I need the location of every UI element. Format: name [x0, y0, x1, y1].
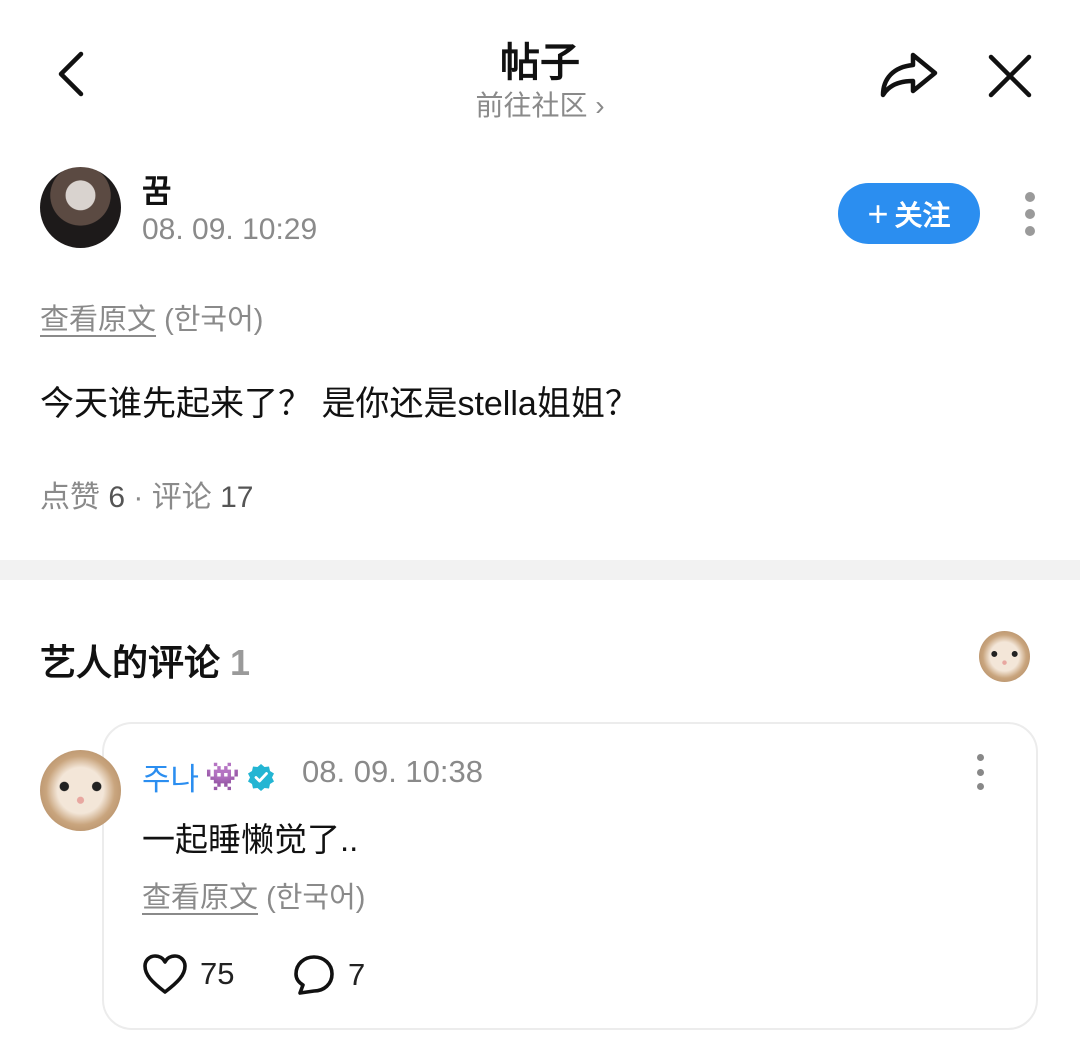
comment-author-avatar[interactable] — [40, 750, 121, 831]
comment-body: 一起睡懒觉了.. — [142, 821, 359, 858]
section-divider — [0, 560, 1080, 580]
post-body: 今天谁先起来了？ 是你还是stella姐姐？ — [40, 385, 639, 423]
top-bar: 帖子 前往社区 › — [0, 0, 1080, 150]
share-arrow-icon — [880, 52, 938, 98]
alien-emoji: 👾 — [205, 761, 240, 792]
comment-view-original-link[interactable]: 查看原文 — [142, 882, 258, 914]
follow-button[interactable]: + 关注 — [838, 183, 980, 244]
comment-translate-row: 查看原文 (한국어) — [142, 874, 365, 916]
plus-icon: + — [867, 192, 889, 234]
comments-label[interactable]: 评论 — [152, 481, 212, 514]
stats-separator: · — [133, 481, 144, 514]
heart-icon — [143, 954, 187, 994]
post-more-button[interactable] — [1012, 186, 1048, 242]
comment-reply-button[interactable]: 7 — [292, 953, 365, 997]
reply-count: 7 — [348, 957, 366, 992]
original-language: (한국어) — [164, 304, 264, 336]
artist-comments-title: 艺人的评论 1 — [40, 634, 250, 686]
chevron-right-icon: › — [595, 90, 605, 121]
follow-label: 关注 — [894, 199, 951, 231]
more-vertical-icon — [976, 754, 984, 761]
more-dot — [976, 768, 984, 776]
community-link-label: 前往社区 — [475, 90, 588, 121]
likes-count: 6 — [108, 481, 126, 514]
artist-comments-count: 1 — [230, 642, 251, 683]
comment-author-name: 주나 — [142, 762, 200, 797]
comment-original-language: (한국어) — [266, 882, 366, 914]
view-original-link[interactable]: 查看原文 — [40, 304, 156, 336]
comment-timestamp: 08. 09. 10:38 — [302, 754, 483, 789]
comment-like-button[interactable]: 75 — [142, 953, 234, 995]
verified-badge-icon — [247, 763, 274, 791]
more-vertical-icon — [1025, 192, 1035, 202]
more-dot — [1025, 209, 1035, 219]
close-icon — [988, 54, 1032, 98]
artist-comments-label: 艺人的评论 — [40, 642, 221, 683]
post-author-avatar[interactable] — [40, 167, 121, 248]
likes-label: 点赞 — [40, 481, 100, 514]
comment-bubble-icon — [294, 955, 334, 995]
like-count: 75 — [200, 956, 235, 991]
post-author-name[interactable]: 꿈 — [142, 166, 171, 212]
artist-avatar[interactable] — [979, 631, 1030, 682]
more-dot — [1025, 226, 1035, 236]
post-timestamp: 08. 09. 10:29 — [142, 213, 318, 246]
comments-count: 17 — [220, 481, 254, 514]
share-button[interactable] — [876, 46, 942, 104]
more-dot — [976, 783, 984, 790]
post-translate-row: 查看原文 (한국어) — [40, 296, 263, 338]
close-button[interactable] — [982, 48, 1038, 104]
comment-more-button[interactable] — [970, 754, 990, 790]
post-stats: 点赞 6 · 评论 17 — [40, 472, 253, 516]
comment-author[interactable]: 주나 👾 — [142, 754, 276, 799]
